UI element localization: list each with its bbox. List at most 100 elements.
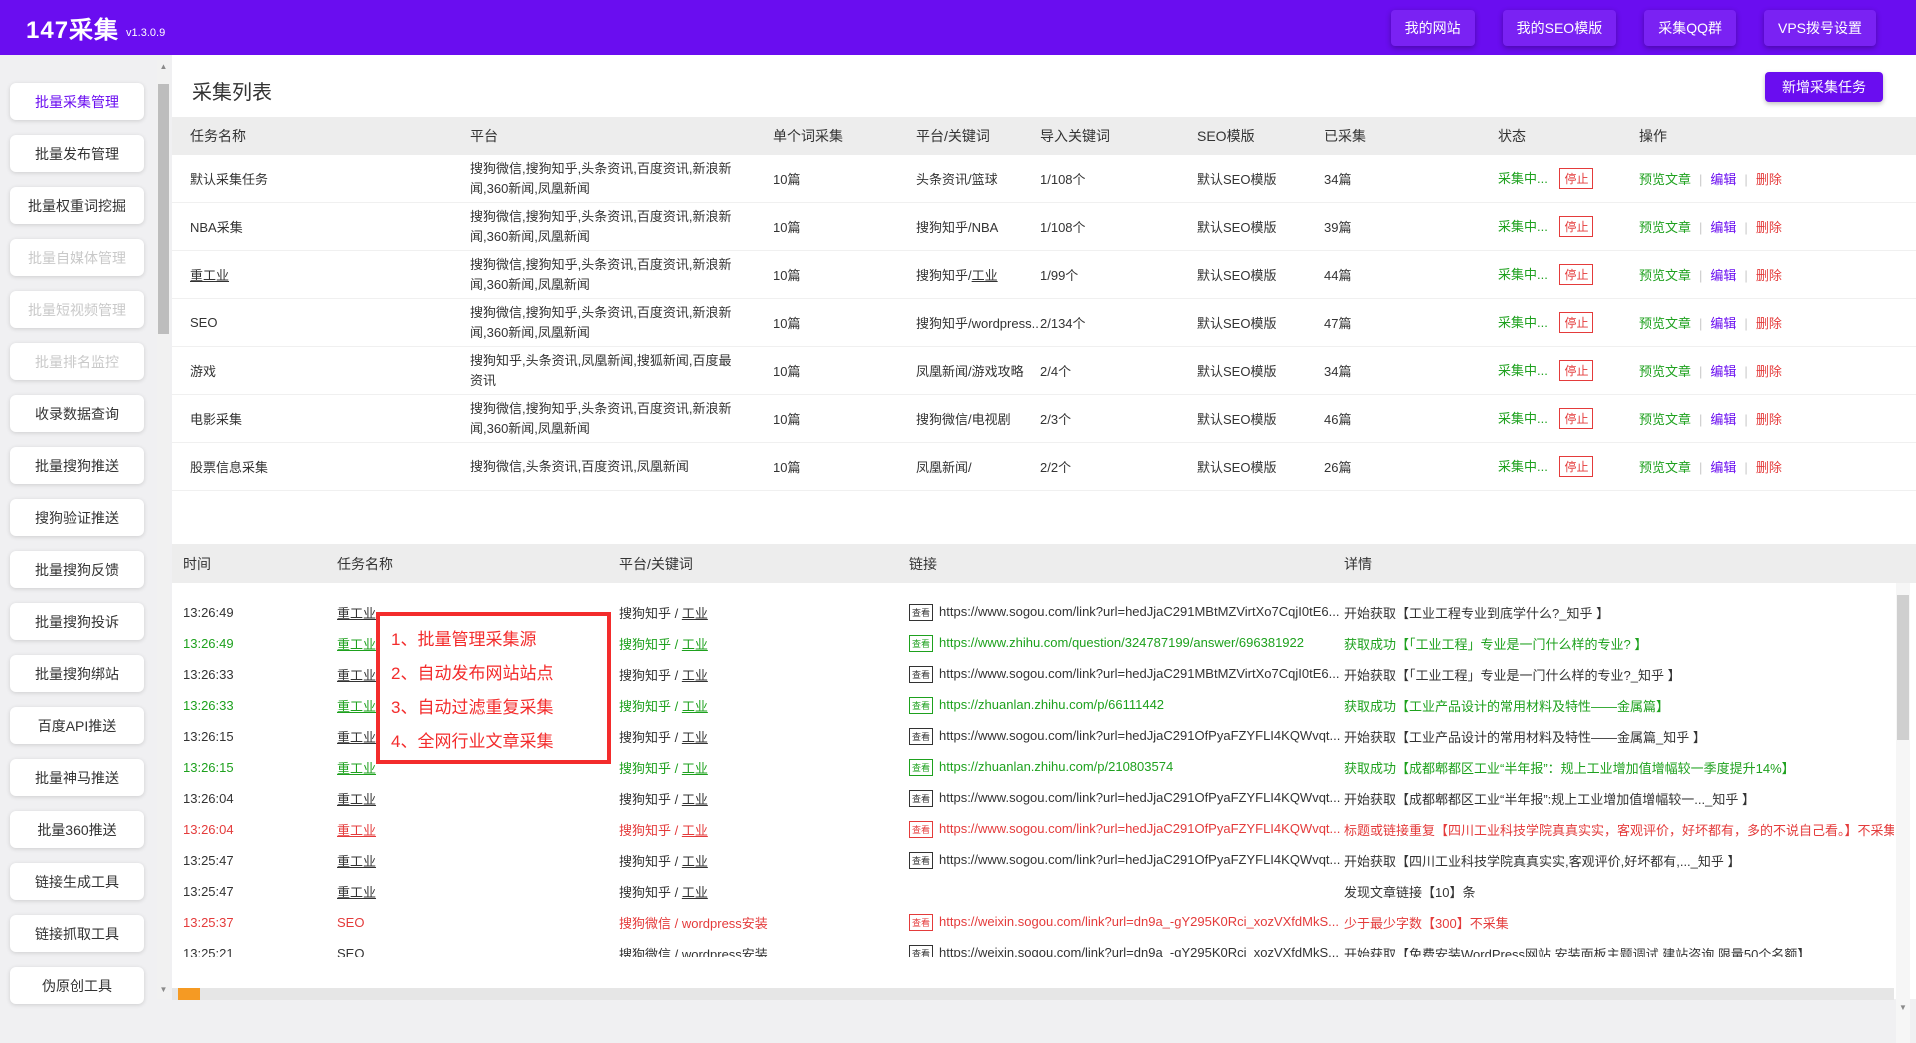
task-name: 电影采集 (172, 409, 470, 428)
sidebar-item[interactable]: 链接生成工具 (10, 863, 144, 900)
sidebar-item[interactable]: 批量自媒体管理 (10, 239, 144, 276)
delete-link[interactable]: 删除 (1756, 268, 1782, 283)
view-badge[interactable]: 查看 (909, 852, 933, 869)
action-separator: | (1699, 412, 1702, 427)
sidebar-item[interactable]: 百度API推送 (10, 707, 144, 744)
sidebar-item[interactable]: 收录数据查询 (10, 395, 144, 432)
view-badge[interactable]: 查看 (909, 790, 933, 807)
log-row: 13:26:04 重工业 搜狗知乎 / 工业 查看https://www.sog… (172, 814, 1894, 845)
edit-link[interactable]: 编辑 (1710, 172, 1736, 187)
stop-button[interactable]: 停止 (1559, 216, 1593, 237)
horizontal-scrollbar-thumb[interactable] (178, 988, 200, 1000)
log-time: 13:26:49 (172, 636, 337, 651)
task-name: 默认采集任务 (172, 169, 470, 188)
edit-link[interactable]: 编辑 (1710, 316, 1736, 331)
add-task-button[interactable]: 新增采集任务 (1765, 72, 1883, 102)
delete-link[interactable]: 删除 (1756, 460, 1782, 475)
log-keyword: 工业 (682, 668, 708, 683)
view-badge[interactable]: 查看 (909, 759, 933, 776)
stop-button[interactable]: 停止 (1559, 408, 1593, 429)
delete-link[interactable]: 删除 (1756, 364, 1782, 379)
view-badge[interactable]: 查看 (909, 635, 933, 652)
log-url[interactable]: https://www.sogou.com/link?url=hedJjaC29… (939, 852, 1340, 867)
log-url[interactable]: https://www.zhihu.com/question/324787199… (939, 635, 1304, 650)
col-detail: 详情 (1344, 554, 1916, 574)
delete-link[interactable]: 删除 (1756, 316, 1782, 331)
stop-button[interactable]: 停止 (1559, 312, 1593, 333)
main-scrollbar-thumb[interactable] (158, 84, 169, 334)
view-badge[interactable]: 查看 (909, 728, 933, 745)
log-task: 重工业 (337, 789, 619, 808)
log-vertical-scrollbar[interactable]: ▼ (1896, 583, 1910, 1043)
stop-button[interactable]: 停止 (1559, 168, 1593, 189)
log-row: 13:25:37 SEO 搜狗微信 / wordpress安装 查看https:… (172, 907, 1894, 938)
log-url[interactable]: https://www.sogou.com/link?url=hedJjaC29… (939, 728, 1340, 743)
log-row: 13:25:47 重工业 搜狗知乎 / 工业 查看https://www.sog… (172, 845, 1894, 876)
task-name-text: 股票信息采集 (190, 460, 268, 475)
sidebar-item[interactable]: 批量权重词挖掘 (10, 187, 144, 224)
log-pk-prefix: 搜狗知乎 / (619, 637, 682, 652)
task-platforms: 搜狗微信,搜狗知乎,头条资讯,百度资讯,新浪新闻,360新闻,凤凰新闻 (470, 255, 773, 294)
log-url[interactable]: https://www.sogou.com/link?url=hedJjaC29… (939, 821, 1340, 836)
sidebar-item[interactable]: 批量短视频管理 (10, 291, 144, 328)
view-badge[interactable]: 查看 (909, 945, 933, 957)
edit-link[interactable]: 编辑 (1710, 268, 1736, 283)
view-badge[interactable]: 查看 (909, 697, 933, 714)
preview-article-link[interactable]: 预览文章 (1639, 412, 1691, 427)
sidebar-item[interactable]: 批量搜狗反馈 (10, 551, 144, 588)
scroll-up-icon[interactable]: ▲ (157, 60, 170, 74)
edit-link[interactable]: 编辑 (1710, 220, 1736, 235)
view-badge[interactable]: 查看 (909, 666, 933, 683)
nav-item[interactable]: VPS拨号设置 (1764, 10, 1876, 46)
view-badge[interactable]: 查看 (909, 914, 933, 931)
sidebar-item[interactable]: 批量360推送 (10, 811, 144, 848)
log-url[interactable]: https://zhuanlan.zhihu.com/p/66111442 (939, 697, 1164, 712)
preview-article-link[interactable]: 预览文章 (1639, 172, 1691, 187)
preview-article-link[interactable]: 预览文章 (1639, 316, 1691, 331)
scroll-down-icon[interactable]: ▼ (157, 983, 170, 997)
log-detail: 少于最少字数【300】不采集 (1344, 913, 1894, 932)
sidebar-item[interactable]: 链接抓取工具 (10, 915, 144, 952)
log-url[interactable]: https://weixin.sogou.com/link?url=dn9a_-… (939, 945, 1339, 957)
edit-link[interactable]: 编辑 (1710, 364, 1736, 379)
page-title: 采集列表 (192, 76, 272, 105)
log-url[interactable]: https://www.sogou.com/link?url=hedJjaC29… (939, 666, 1339, 681)
delete-link[interactable]: 删除 (1756, 172, 1782, 187)
sidebar-item[interactable]: 伪原创工具 (10, 967, 144, 1004)
log-url[interactable]: https://weixin.sogou.com/link?url=dn9a_-… (939, 914, 1339, 929)
sidebar-item[interactable]: 搜狗验证推送 (10, 499, 144, 536)
annotation-line: 2、自动发布网站站点 (391, 657, 607, 691)
log-pk-prefix: 搜狗知乎 / (619, 730, 682, 745)
view-badge[interactable]: 查看 (909, 821, 933, 838)
log-url[interactable]: https://zhuanlan.zhihu.com/p/210803574 (939, 759, 1173, 774)
log-url[interactable]: https://www.sogou.com/link?url=hedJjaC29… (939, 790, 1340, 805)
delete-link[interactable]: 删除 (1756, 412, 1782, 427)
log-url[interactable]: https://www.sogou.com/link?url=hedJjaC29… (939, 604, 1339, 619)
sidebar: 批量采集管理 批量发布管理 批量权重词挖掘 批量自媒体管理 批量短视频管理 批量… (10, 83, 144, 1019)
view-badge[interactable]: 查看 (909, 604, 933, 621)
preview-article-link[interactable]: 预览文章 (1639, 460, 1691, 475)
stop-button[interactable]: 停止 (1559, 264, 1593, 285)
stop-button[interactable]: 停止 (1559, 360, 1593, 381)
sidebar-item[interactable]: 批量神马推送 (10, 759, 144, 796)
sidebar-item[interactable]: 批量搜狗投诉 (10, 603, 144, 640)
horizontal-scrollbar[interactable] (172, 988, 1894, 1000)
sidebar-item[interactable]: 批量采集管理 (10, 83, 144, 120)
preview-article-link[interactable]: 预览文章 (1639, 268, 1691, 283)
log-scrollbar-thumb[interactable] (1897, 595, 1909, 740)
sidebar-item[interactable]: 批量搜狗推送 (10, 447, 144, 484)
sidebar-item[interactable]: 批量发布管理 (10, 135, 144, 172)
nav-item[interactable]: 我的SEO模版 (1503, 10, 1617, 46)
edit-link[interactable]: 编辑 (1710, 412, 1736, 427)
stop-button[interactable]: 停止 (1559, 456, 1593, 477)
sidebar-item[interactable]: 批量搜狗绑站 (10, 655, 144, 692)
nav-item[interactable]: 我的网站 (1391, 10, 1475, 46)
main-vertical-scrollbar[interactable]: ▲ ▼ (157, 60, 170, 999)
log-scroll-down-icon[interactable]: ▼ (1896, 1001, 1910, 1015)
preview-article-link[interactable]: 预览文章 (1639, 364, 1691, 379)
sidebar-item[interactable]: 批量排名监控 (10, 343, 144, 380)
nav-item[interactable]: 采集QQ群 (1644, 10, 1736, 46)
edit-link[interactable]: 编辑 (1710, 460, 1736, 475)
delete-link[interactable]: 删除 (1756, 220, 1782, 235)
preview-article-link[interactable]: 预览文章 (1639, 220, 1691, 235)
